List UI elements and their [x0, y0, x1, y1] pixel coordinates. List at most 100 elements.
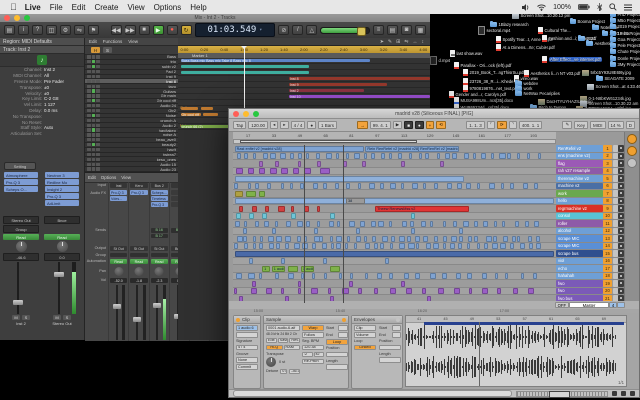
arrangement-clip[interactable] — [491, 153, 494, 159]
arrangement-clip[interactable] — [234, 243, 239, 249]
mixer-channel-strip[interactable]: InstPro-Q 3Vdes...St OutRead-52.0 — [108, 182, 128, 341]
arrangement-clip[interactable] — [390, 288, 396, 294]
mute-button[interactable] — [87, 163, 91, 166]
mute-button[interactable] — [87, 65, 91, 68]
zoom-v-icon[interactable]: ↕ — [422, 39, 425, 45]
arrangement-clip[interactable] — [443, 221, 446, 227]
arrangement-clip[interactable] — [445, 153, 450, 159]
menu-item-help[interactable]: Help — [190, 3, 206, 12]
arrangement-clip[interactable] — [517, 236, 520, 242]
solo-button[interactable] — [92, 65, 96, 68]
clip-color-field[interactable] — [236, 332, 258, 338]
arrangement-clip[interactable] — [510, 183, 514, 189]
desktop-file[interactable]: 5rbc5Y93U8E6t6y.jpg — [582, 70, 631, 76]
arrangement-clip[interactable] — [291, 213, 296, 219]
metronome-icon[interactable]: △ — [306, 25, 317, 35]
arrangement-clip[interactable] — [336, 153, 339, 159]
mute-button[interactable] — [87, 75, 91, 78]
live-title-bar[interactable]: madrid v28 (Siliceous FINAL) [PIG] — [229, 109, 639, 119]
arrangement-clip[interactable] — [528, 288, 534, 294]
track-activator-number[interactable]: 8 — [603, 198, 612, 205]
length-value[interactable] — [326, 364, 348, 370]
track-activator-number[interactable]: 13 — [603, 235, 612, 242]
track-activator-number[interactable]: 19 — [603, 280, 612, 287]
punch-out-button[interactable]: ⌝ — [509, 121, 517, 129]
live-track-header[interactable]: hahahah18 — [556, 273, 627, 281]
arrangement-clip[interactable] — [459, 228, 463, 234]
arrangement-clip[interactable] — [538, 153, 541, 159]
arrangement-clip[interactable] — [255, 183, 259, 189]
arrangement-clip[interactable] — [423, 236, 429, 242]
desktop-file[interactable]: 19-20 Project — [610, 31, 640, 36]
arrangement-clip[interactable] — [298, 161, 302, 167]
solo-button[interactable] — [92, 99, 96, 102]
input-monitor-button[interactable] — [96, 163, 100, 166]
solo-button[interactable] — [92, 163, 96, 166]
arrangement-clip[interactable] — [253, 153, 256, 159]
env-end-value[interactable] — [392, 332, 401, 338]
desktop-file[interactable]: Donle Project — [610, 56, 640, 61]
desktop-file[interactable]: 23726_38_R...i...Khede.pdf — [463, 78, 521, 85]
arrangement-clip[interactable] — [473, 153, 476, 159]
input-monitor-button[interactable] — [96, 119, 100, 122]
arrangement-clip[interactable] — [236, 168, 242, 174]
arrangement-clip[interactable] — [409, 153, 412, 159]
arrangement-clip[interactable] — [515, 221, 519, 227]
arrangement-clip[interactable] — [248, 183, 252, 189]
arrangement-clip[interactable] — [492, 243, 498, 249]
arrangement-clip[interactable] — [236, 213, 241, 219]
input-monitor-button[interactable] — [96, 75, 100, 78]
desktop-file[interactable]: Booma Project — [570, 19, 605, 24]
arrangement-clip[interactable] — [534, 221, 539, 227]
menu-item-options[interactable]: Options — [154, 3, 182, 12]
arrangement-clip[interactable] — [484, 243, 488, 249]
arrangement-clip[interactable] — [244, 221, 247, 227]
arrangement-clip[interactable] — [358, 183, 361, 189]
half-tempo-button[interactable]: :2 — [302, 352, 313, 358]
arrangement-clip[interactable] — [402, 221, 407, 227]
arrangement-track-lane[interactable] — [233, 160, 556, 168]
menu-item-edit[interactable]: Edit — [72, 3, 86, 12]
master-cue-box[interactable] — [617, 302, 625, 308]
arrangement-clip[interactable] — [259, 191, 265, 197]
input-monitor-button[interactable] — [96, 167, 100, 170]
region-clip[interactable] — [203, 113, 218, 117]
env-length-value[interactable] — [379, 357, 401, 363]
rewind-button[interactable]: ◀◀ — [111, 25, 122, 35]
input-monitor-button[interactable] — [96, 124, 100, 127]
arrangement-clip[interactable]: 1 audio 8 — [301, 266, 314, 272]
menu-item-create[interactable]: Create — [94, 3, 118, 12]
arrangement-clip[interactable] — [285, 236, 291, 242]
track-activator-number[interactable]: 9 — [603, 205, 612, 212]
arrangement-clip[interactable] — [433, 243, 438, 249]
fader-handle[interactable] — [113, 304, 121, 309]
arrangement-clip[interactable] — [430, 273, 436, 279]
arrangement-clip[interactable] — [521, 273, 524, 279]
track-activator-number[interactable]: 16 — [603, 258, 612, 265]
midi-map-button[interactable]: MIDI — [590, 121, 606, 129]
cycle-button[interactable]: ↻ — [181, 25, 192, 35]
pan-knob[interactable] — [16, 241, 27, 252]
arrangement-clip[interactable] — [328, 288, 331, 294]
arrangement-track-lane[interactable] — [233, 190, 556, 198]
arrangement-clip[interactable] — [276, 243, 280, 249]
arrangement-clip[interactable] — [415, 273, 420, 279]
arrangement-position-field[interactable]: 99. 4. 1 — [370, 121, 391, 129]
solo-button[interactable]: S — [22, 315, 30, 320]
track-stop-box[interactable] — [613, 288, 618, 295]
desktop-file[interactable]: M5o Project — [610, 18, 640, 23]
arrangement-clip[interactable] — [495, 273, 498, 279]
pencil-tool-icon[interactable]: ✎ — [388, 39, 392, 45]
arrangement-clip[interactable] — [452, 153, 456, 159]
desktop-file[interactable]: MUSA998Um...ncs[35].docx — [454, 97, 513, 104]
arrangement-clip[interactable] — [330, 266, 340, 272]
live-track-header[interactable]: machine v26 — [556, 183, 627, 191]
arrangement-clip[interactable] — [324, 273, 327, 279]
env-position-value[interactable] — [379, 345, 401, 351]
arrangement-clip[interactable] — [297, 221, 302, 227]
arrangement-clip[interactable] — [252, 206, 257, 212]
track-stop-box[interactable] — [613, 220, 618, 227]
arrangement-clip[interactable] — [466, 183, 471, 189]
output-slot[interactable]: St Out — [130, 246, 147, 251]
region-clip[interactable] — [201, 107, 214, 111]
